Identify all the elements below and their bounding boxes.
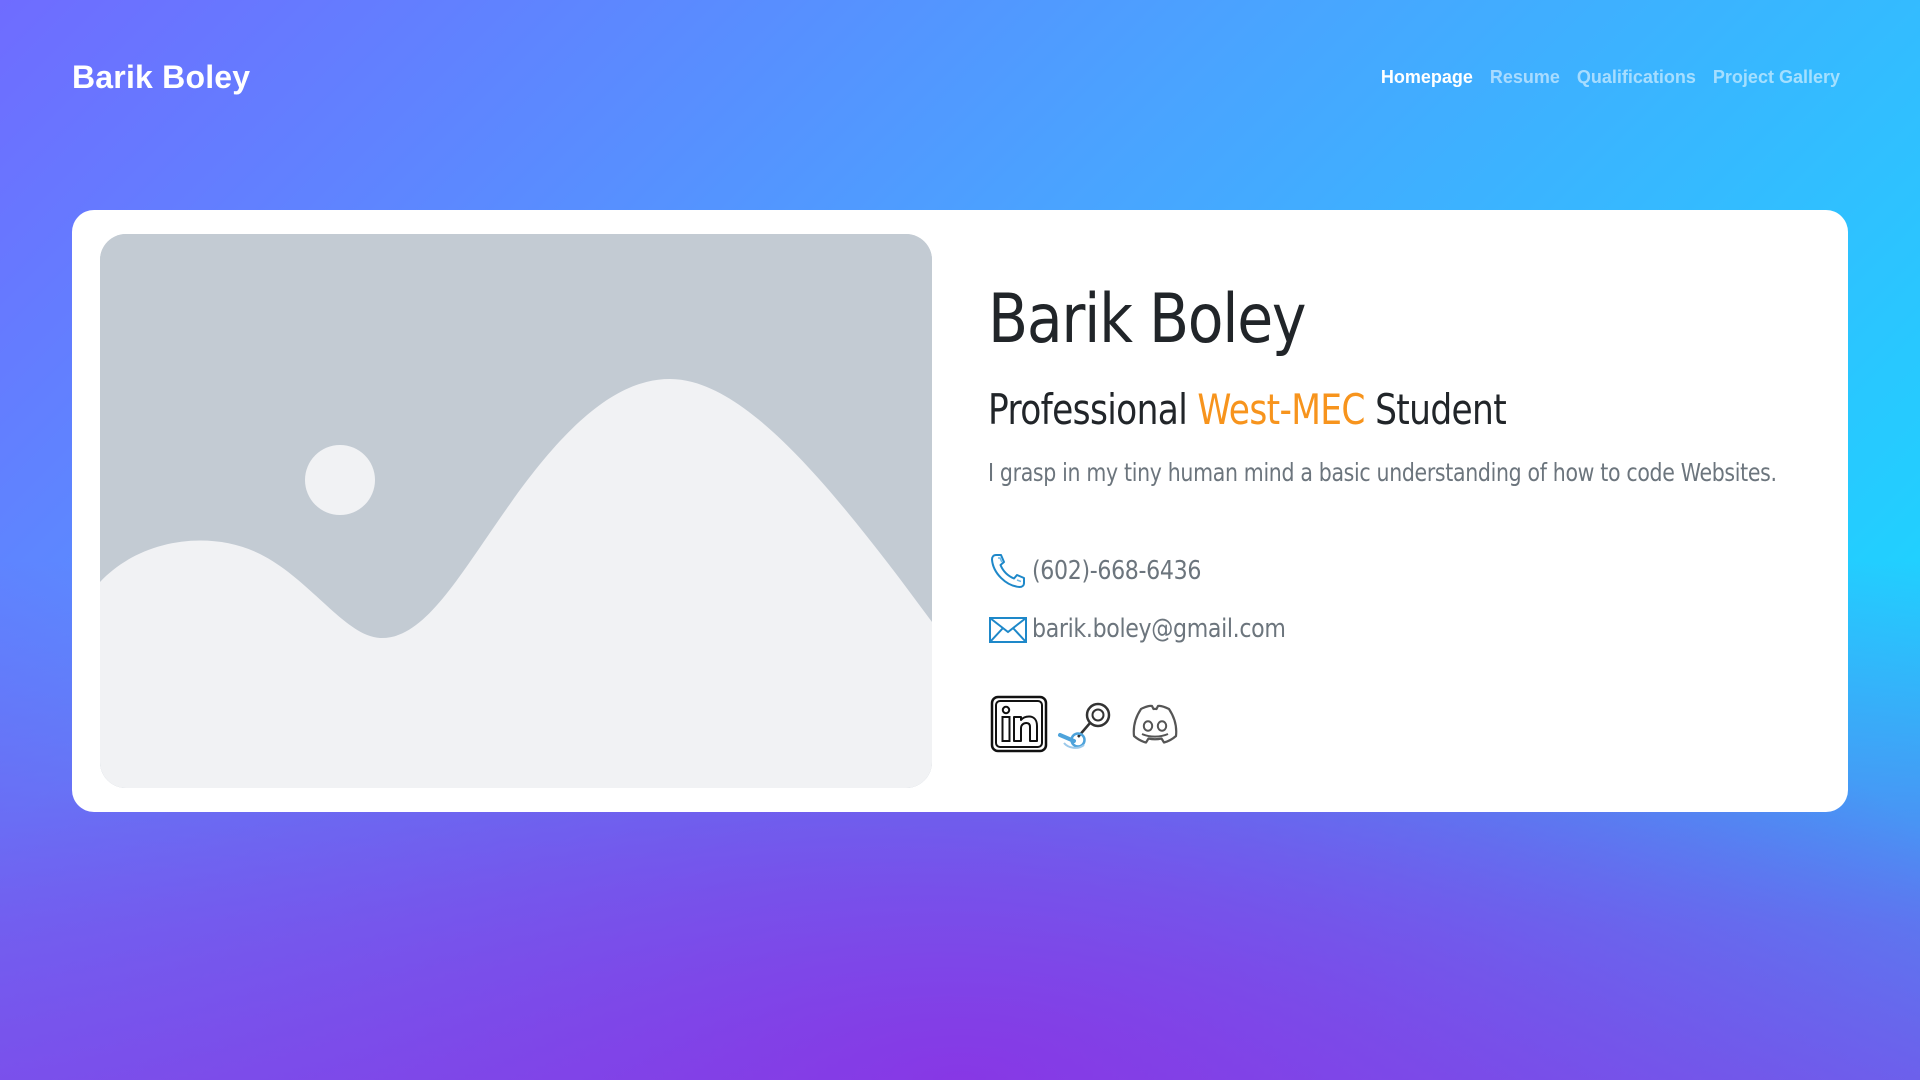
subtitle-highlight: West-MEC [1197, 385, 1365, 434]
image-placeholder-icon [100, 234, 932, 788]
steam-link[interactable] [1056, 693, 1118, 755]
email-address[interactable]: barik.boley@gmail.com [1032, 614, 1286, 644]
phone-number[interactable]: (602)-668-6436 [1032, 556, 1201, 586]
nav-link-project-gallery[interactable]: Project Gallery [1713, 67, 1840, 88]
nav-link-resume[interactable]: Resume [1490, 67, 1560, 88]
email-row: barik.boley@gmail.com [988, 607, 1808, 651]
discord-link[interactable] [1124, 693, 1186, 755]
nav-link-qualifications[interactable]: Qualifications [1577, 67, 1696, 88]
profile-info: Barik Boley Professional West-MEC Studen… [988, 280, 1808, 755]
social-links [988, 693, 1808, 755]
linkedin-icon [990, 695, 1048, 753]
navbar: Barik Boley Homepage Resume Qualificatio… [72, 50, 1848, 104]
profile-photo [100, 234, 932, 788]
profile-name: Barik Boley [988, 280, 1307, 359]
profile-tagline: I grasp in my tiny human mind a basic un… [988, 458, 1777, 487]
subtitle-prefix: Professional [988, 385, 1188, 434]
subtitle-suffix: Student [1375, 385, 1507, 434]
envelope-icon [989, 617, 1027, 643]
phone-icon [991, 554, 1025, 588]
linkedin-link[interactable] [988, 693, 1050, 755]
nav-links: Homepage Resume Qualifications Project G… [1381, 67, 1840, 88]
nav-link-homepage[interactable]: Homepage [1381, 67, 1473, 88]
phone-row: (602)-668-6436 [988, 549, 1808, 593]
profile-subtitle: Professional West-MEC Student [988, 385, 1660, 434]
discord-icon [1132, 704, 1178, 744]
brand-logo[interactable]: Barik Boley [72, 59, 250, 96]
profile-card: Barik Boley Professional West-MEC Studen… [72, 210, 1848, 812]
steam-icon [1058, 702, 1111, 749]
